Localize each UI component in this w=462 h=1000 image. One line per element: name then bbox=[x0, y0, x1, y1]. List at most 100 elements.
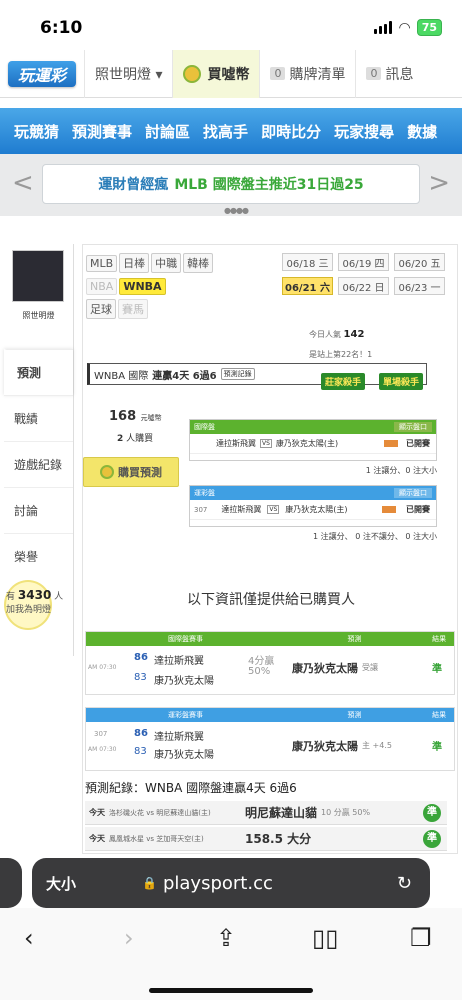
nav-item-guess[interactable]: 玩競猜 bbox=[14, 121, 59, 142]
avatar[interactable] bbox=[12, 250, 64, 302]
league-kbo[interactable]: 韓棒 bbox=[183, 253, 214, 273]
fans-count-text[interactable]: 有 3430 人 加我為明燈 bbox=[6, 588, 63, 615]
forward-icon[interactable]: › bbox=[124, 924, 134, 952]
league-nba[interactable]: NBA bbox=[86, 278, 118, 295]
sidebar-item-record[interactable]: 戰績 bbox=[4, 395, 73, 441]
away-score: 86 bbox=[134, 728, 148, 739]
record-title: 預測紀錄：WNBA 國際盤連贏4天 6過6 bbox=[85, 781, 297, 795]
message-count: 0 bbox=[366, 67, 382, 80]
sport-show-odds-button[interactable]: 顯示盤口 bbox=[394, 488, 432, 498]
league-wnba[interactable]: WNBA bbox=[119, 278, 166, 295]
record-pick: 明尼蘇達山貓 bbox=[245, 806, 318, 820]
coin-icon bbox=[183, 64, 202, 83]
intl-result-row: AM 07:30 86 達拉斯飛翼 83 康乃狄克太陽 4分贏 50% 康乃狄克… bbox=[86, 646, 454, 694]
buy-coin-button[interactable]: 買噓幣 bbox=[172, 49, 260, 98]
sidebar-item-predict[interactable]: 預測 bbox=[4, 349, 73, 395]
record-result: 準 bbox=[423, 829, 441, 848]
buyers-count: 2 bbox=[117, 434, 124, 444]
intl-result-header: 國際盤賽事 預測 結果 bbox=[86, 632, 454, 646]
record-teams: 洛杉磯火花 vs 明尼蘇達山貓(主) bbox=[109, 808, 211, 817]
previous-tab-pill[interactable] bbox=[0, 858, 22, 908]
prediction-record-button[interactable]: 預測記錄 bbox=[220, 368, 255, 380]
text-size-button[interactable]: 大小 bbox=[46, 873, 76, 894]
message-link[interactable]: 0 訊息 bbox=[355, 49, 423, 98]
league-soccer[interactable]: 足球 bbox=[86, 299, 116, 319]
purchase-notice: 以下資訊僅提供給已購買人 bbox=[187, 592, 355, 608]
url-bar[interactable]: 大小 🔒 playsport.cc ↻ bbox=[32, 858, 430, 908]
bookmarks-icon[interactable]: ▯▯ bbox=[312, 924, 338, 952]
nav-item-predict[interactable]: 預測賽事 bbox=[72, 121, 132, 142]
nav-item-data[interactable]: 數據 bbox=[407, 121, 437, 142]
league-cpbl[interactable]: 中職 bbox=[151, 253, 182, 273]
intl-result-table: 國際盤賽事 預測 結果 AM 07:30 86 達拉斯飛翼 83 康乃狄克太陽 4分… bbox=[85, 631, 455, 695]
nav-item-livescore[interactable]: 即時比分 bbox=[261, 121, 321, 142]
nav-item-experts[interactable]: 找高手 bbox=[203, 121, 248, 142]
intl-away-team: 達拉斯飛翼 bbox=[216, 439, 256, 448]
game-time: AM 07:30 bbox=[88, 746, 117, 753]
sport-odds-box: 運彩盤 顯示盤口 307 達拉斯飛翼 VS 康乃狄克太陽(主) 已開賽 bbox=[189, 485, 437, 527]
sport-result-head-result: 結果 bbox=[432, 711, 447, 719]
fans-count: 3430 bbox=[17, 588, 52, 602]
buyers-unit: 人購買 bbox=[126, 434, 154, 444]
sidebar-item-honor[interactable]: 榮譽 bbox=[4, 533, 73, 579]
message-label: 訊息 bbox=[385, 66, 414, 83]
sport-note: 1 注讓分、 0 注不讓分、 0 注大小 bbox=[313, 532, 437, 541]
intl-result-head-result: 結果 bbox=[432, 635, 447, 643]
intl-note: 1 注讓分、0 注大小 bbox=[365, 466, 437, 475]
user-name: 照世明燈 bbox=[22, 311, 55, 320]
sport-game-row: 307 達拉斯飛翼 VS 康乃狄克太陽(主) 已開賽 bbox=[190, 500, 436, 520]
nav-item-forum[interactable]: 討論區 bbox=[145, 121, 190, 142]
sport-odds-header: 運彩盤 顯示盤口 bbox=[190, 486, 436, 500]
intl-odds-header: 國際盤 顯示盤口 bbox=[190, 420, 436, 434]
ritual-dropdown[interactable]: 照世明燈 ▾ bbox=[84, 49, 172, 98]
back-icon[interactable]: ‹ bbox=[24, 924, 34, 952]
sport-status: 已開賽 bbox=[406, 505, 430, 514]
reload-icon[interactable]: ↻ bbox=[397, 873, 412, 894]
badge-single-killer: 單場殺手 bbox=[379, 373, 424, 390]
banner-prev-icon[interactable]: < bbox=[12, 168, 34, 198]
away-team: 達拉斯飛翼 bbox=[154, 732, 204, 743]
league-mlb[interactable]: MLB bbox=[86, 255, 118, 272]
browser-toolbar: ‹ › ⇪ ▯▯ ❐ bbox=[0, 908, 462, 1000]
battery-icon: 75 bbox=[416, 19, 442, 36]
buy-prediction-button[interactable]: 購買預測 bbox=[83, 457, 179, 487]
nav-item-player-search[interactable]: 玩家搜尋 bbox=[334, 121, 394, 142]
date-0618[interactable]: 06/18 三 bbox=[282, 253, 333, 271]
record-row: 今天 洛杉磯火花 vs 明尼蘇達山貓(主) 明尼蘇達山貓 10 分贏 50% 準 bbox=[85, 801, 447, 825]
league-horse[interactable]: 賽馬 bbox=[118, 299, 148, 319]
date-0621[interactable]: 06/21 六 bbox=[282, 277, 333, 295]
intl-show-odds-button[interactable]: 顯示盤口 bbox=[394, 422, 432, 432]
home-team: 康乃狄克太陽 bbox=[154, 676, 214, 687]
record-day: 今天 bbox=[89, 808, 105, 817]
spread: 4分贏 bbox=[248, 656, 275, 667]
site-logo[interactable]: 玩運彩 bbox=[8, 60, 76, 87]
sidebar-item-game-log[interactable]: 遊戲紀錄 bbox=[4, 441, 73, 487]
banner-next-icon[interactable]: > bbox=[428, 168, 450, 198]
sport-result-table: 運彩盤賽事 預測 結果 307 AM 07:30 86 達拉斯飛翼 83 康乃狄克太… bbox=[85, 707, 455, 771]
sport-home-team: 康乃狄克太陽(主) bbox=[285, 505, 348, 514]
share-icon[interactable]: ⇪ bbox=[216, 924, 236, 952]
record-teams: 鳳凰城水星 vs 芝加哥天空(主) bbox=[109, 834, 204, 843]
league-npb[interactable]: 日棒 bbox=[119, 253, 150, 273]
result-label: 準 bbox=[432, 742, 442, 753]
prediction-title: WNBA 國際 連贏4天 6過6 預測記錄 bbox=[87, 363, 427, 385]
cart-link[interactable]: 0 購牌清單 bbox=[259, 49, 355, 98]
price: 168 元噓幣 bbox=[109, 409, 162, 424]
main-nav: 玩競猜 預測賽事 討論區 找高手 即時比分 玩家搜尋 數據 bbox=[0, 108, 462, 154]
date-0619[interactable]: 06/19 四 bbox=[338, 253, 389, 271]
date-0622[interactable]: 06/22 日 bbox=[338, 277, 389, 295]
game-time: AM 07:30 bbox=[88, 664, 117, 671]
record-pick: 158.5 大分 bbox=[245, 832, 312, 846]
sport-result-header: 運彩盤賽事 預測 結果 bbox=[86, 708, 454, 722]
wifi-icon: ◠ bbox=[398, 19, 411, 36]
record-day: 今天 bbox=[89, 834, 105, 843]
game-number: 307 bbox=[94, 730, 108, 738]
sidebar-item-discussion[interactable]: 討論 bbox=[4, 487, 73, 533]
popularity-count: 142 bbox=[343, 329, 365, 340]
date-0623[interactable]: 06/23 一 bbox=[394, 277, 445, 295]
intl-odds-box: 國際盤 顯示盤口 達拉斯飛翼 VS 康乃狄克太陽(主) 已開賽 bbox=[189, 419, 437, 461]
away-team: 達拉斯飛翼 bbox=[154, 656, 204, 667]
date-0620[interactable]: 06/20 五 bbox=[394, 253, 445, 271]
tabs-icon[interactable]: ❐ bbox=[410, 924, 432, 952]
banner-ad[interactable]: 運財曾經瘋 MLB 國際盤主推近31日過25 bbox=[42, 164, 420, 204]
